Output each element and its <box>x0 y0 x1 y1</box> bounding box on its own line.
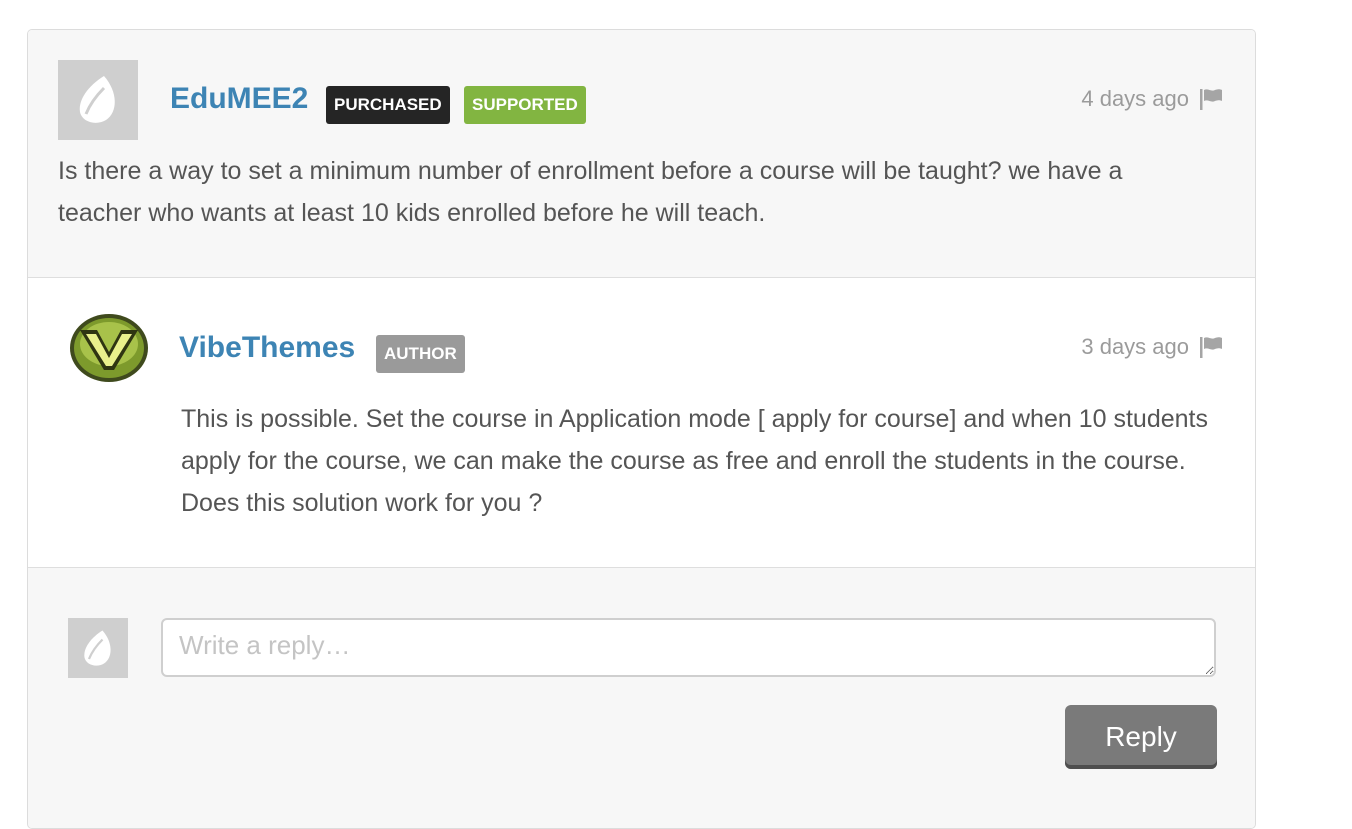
reply-post: VibeThemes AUTHOR 3 days ago This is pos… <box>28 278 1255 568</box>
reply-username[interactable]: VibeThemes <box>179 331 355 365</box>
current-user-avatar <box>68 618 128 678</box>
vibethemes-logo-icon <box>70 314 148 382</box>
flag-icon[interactable] <box>1199 336 1223 358</box>
comment-timestamp: 4 days ago <box>1081 86 1189 111</box>
reply-form <box>28 568 1255 828</box>
reply-input[interactable] <box>161 618 1216 677</box>
comment-username[interactable]: EduMEE2 <box>170 82 308 116</box>
flag-icon[interactable] <box>1199 88 1223 110</box>
comment-thread: EduMEE2 PURCHASED SUPPORTED 4 days ago I… <box>27 29 1256 829</box>
reply-timestamp: 3 days ago <box>1081 334 1189 359</box>
comment-meta: 4 days ago <box>1081 86 1223 112</box>
reply-body: This is possible. Set the course in Appl… <box>181 405 1208 517</box>
author-avatar[interactable] <box>68 312 150 384</box>
comment-body: Is there a way to set a minimum number o… <box>58 157 1123 227</box>
reply-button[interactable]: Reply <box>1065 705 1217 769</box>
leaf-icon <box>79 76 115 123</box>
supported-badge: SUPPORTED <box>464 86 586 124</box>
avatar[interactable] <box>58 60 138 140</box>
purchased-badge: PURCHASED <box>326 86 450 124</box>
leaf-icon <box>84 630 111 666</box>
reply-meta: 3 days ago <box>1081 334 1223 360</box>
author-badge: AUTHOR <box>376 335 465 373</box>
comment-post: EduMEE2 PURCHASED SUPPORTED 4 days ago I… <box>28 30 1255 278</box>
